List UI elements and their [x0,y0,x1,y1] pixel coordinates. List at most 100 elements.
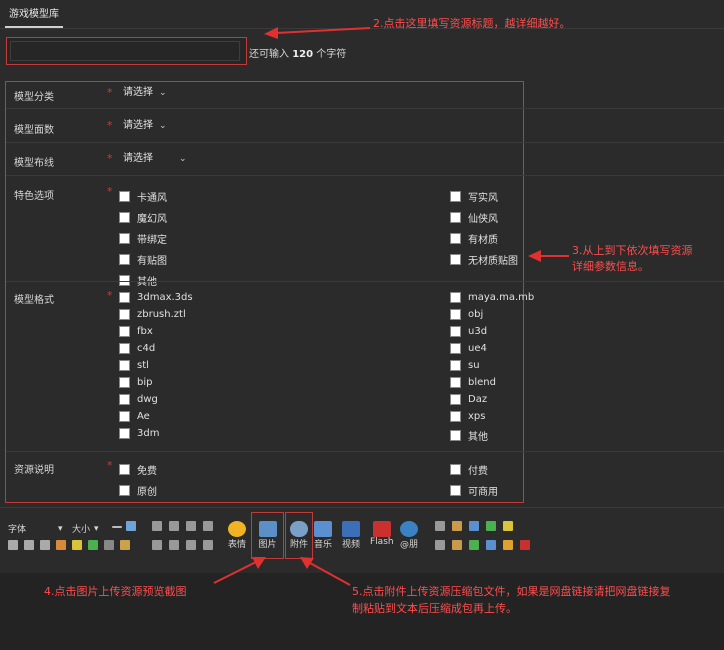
user-icon[interactable] [452,540,462,550]
checkbox[interactable] [119,428,130,439]
lock-icon[interactable] [452,521,462,531]
format-xps-checkbox[interactable]: xps [450,411,534,422]
music-button[interactable]: 音乐 [314,521,332,550]
bold-icon[interactable] [8,540,18,550]
indent-icon[interactable] [186,540,196,550]
gift-icon[interactable] [503,521,513,531]
format-c4d-checkbox[interactable]: c4d [119,343,193,354]
align-justify-icon[interactable] [203,521,213,531]
doc-icon[interactable] [469,521,479,531]
checkbox[interactable] [450,377,461,388]
chart-icon[interactable] [486,540,496,550]
attach-button[interactable]: 附件 [285,512,313,559]
book-icon[interactable] [469,540,479,550]
hr-icon[interactable] [112,526,122,528]
checkbox[interactable] [119,309,130,320]
checkbox[interactable] [450,309,461,320]
checkbox[interactable] [119,411,130,422]
size-select[interactable]: 大小 ▾ [72,522,99,536]
align-left-icon[interactable] [152,521,162,531]
checkbox[interactable] [119,326,130,337]
unlink-icon[interactable] [104,540,114,550]
license-original-checkbox[interactable]: 原创 [119,483,157,498]
format-zbrush-checkbox[interactable]: zbrush.ztl [119,309,193,320]
checkbox[interactable] [450,233,461,244]
format-ae-checkbox[interactable]: Ae [119,411,193,422]
checkbox[interactable] [119,377,130,388]
align-center-icon[interactable] [169,521,179,531]
edit-icon[interactable] [486,521,496,531]
checkbox[interactable] [119,191,130,202]
license-free-checkbox[interactable]: 免费 [119,462,157,477]
checkbox[interactable] [450,485,461,496]
category-select[interactable]: 请选择 ⌄ [121,85,185,101]
checkbox[interactable] [450,394,461,405]
format-3dmax-checkbox[interactable]: 3dmax.3ds [119,292,193,303]
feature-cartoon-checkbox[interactable]: 卡通风 [119,189,167,204]
person-icon[interactable] [520,540,530,550]
checkbox[interactable] [119,464,130,475]
checkbox[interactable] [119,233,130,244]
code-icon[interactable] [435,540,445,550]
feature-rigged-checkbox[interactable]: 带绑定 [119,231,167,246]
format-u3d-checkbox[interactable]: u3d [450,326,534,337]
checkbox[interactable] [450,430,461,441]
format-stl-checkbox[interactable]: stl [119,360,193,371]
checkbox[interactable] [450,254,461,265]
feature-fantasy-checkbox[interactable]: 魔幻风 [119,210,167,225]
feature-textured-checkbox[interactable]: 有贴图 [119,252,167,267]
format-daz-checkbox[interactable]: Daz [450,394,534,405]
checkbox[interactable] [450,360,461,371]
table-icon[interactable] [126,521,136,531]
tab-game-model-library[interactable]: 游戏模型库 [5,4,63,28]
checkbox[interactable] [450,191,461,202]
checkbox[interactable] [450,212,461,223]
mention-button[interactable]: @朋 [400,521,418,550]
underline-icon[interactable] [40,540,50,550]
video-button[interactable]: 视频 [342,521,360,550]
brush-icon[interactable] [120,540,130,550]
ordered-list-icon[interactable] [152,540,162,550]
checkbox[interactable] [450,411,461,422]
license-commercial-checkbox[interactable]: 可商用 [450,483,498,498]
checkbox[interactable] [119,360,130,371]
feature-realistic-checkbox[interactable]: 写实风 [450,189,518,204]
checkbox[interactable] [450,464,461,475]
checkbox[interactable] [119,212,130,223]
faces-select[interactable]: 请选择 ⌄ [121,118,180,134]
checkbox[interactable] [450,292,461,303]
font-select[interactable]: 字体 ▾ [8,522,63,536]
format-ue4-checkbox[interactable]: ue4 [450,343,534,354]
italic-icon[interactable] [24,540,34,550]
checkbox[interactable] [119,485,130,496]
bg-color-icon[interactable] [72,540,82,550]
text-color-icon[interactable] [56,540,66,550]
link-icon[interactable] [88,540,98,550]
wiring-select[interactable]: 请选择 ⌄ [121,151,202,167]
format-maya-checkbox[interactable]: maya.ma.mb [450,292,534,303]
format-obj-checkbox[interactable]: obj [450,309,534,320]
license-paid-checkbox[interactable]: 付费 [450,462,498,477]
align-right-icon[interactable] [186,521,196,531]
flash-button[interactable]: Flash [370,521,394,547]
format-blend-checkbox[interactable]: blend [450,377,534,388]
feature-no-material-checkbox[interactable]: 无材质贴图 [450,252,518,267]
format-fbx-checkbox[interactable]: fbx [119,326,193,337]
checkbox[interactable] [119,343,130,354]
emoji-button[interactable]: 表情 [228,521,246,550]
quote-icon[interactable] [435,521,445,531]
format-other-checkbox[interactable]: 其他 [450,428,534,443]
feature-material-checkbox[interactable]: 有材质 [450,231,518,246]
checkbox[interactable] [119,292,130,303]
format-bip-checkbox[interactable]: bip [119,377,193,388]
image-button[interactable]: 图片 [251,512,284,559]
checkbox[interactable] [119,394,130,405]
format-3dm-checkbox[interactable]: 3dm [119,428,193,439]
checkbox[interactable] [450,326,461,337]
bg-icon[interactable] [503,540,513,550]
unordered-list-icon[interactable] [169,540,179,550]
checkbox[interactable] [119,254,130,265]
outdent-icon[interactable] [203,540,213,550]
checkbox[interactable] [450,343,461,354]
feature-xianxia-checkbox[interactable]: 仙侠风 [450,210,518,225]
